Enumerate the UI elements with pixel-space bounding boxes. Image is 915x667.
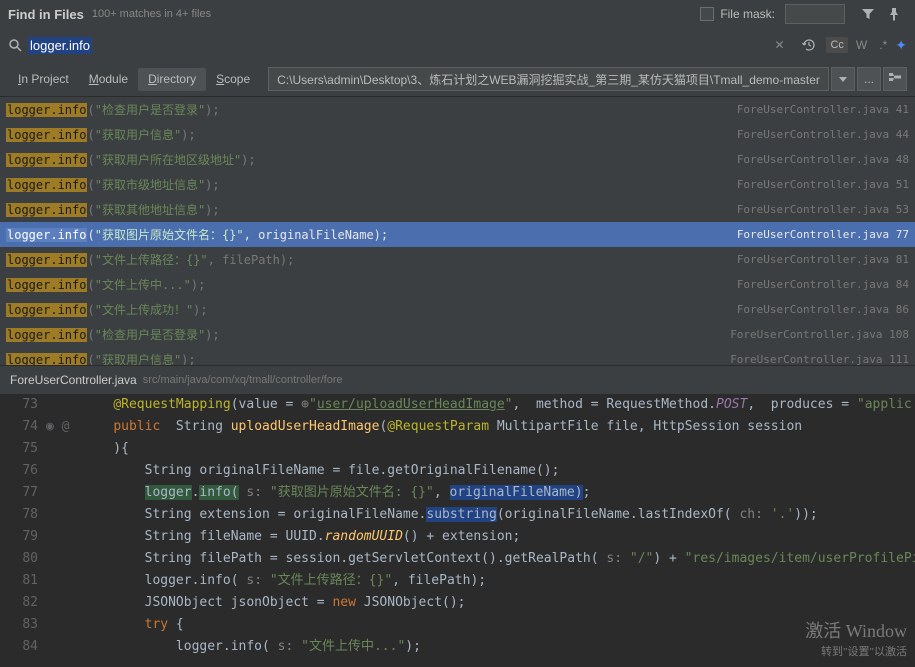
scope-row: In ProjectModuleDirectoryScope C:\Users\… xyxy=(0,62,915,96)
file-mask-label: File mask: xyxy=(720,7,775,21)
code-line: 82 JSONObject jsonObject = new JSONObjec… xyxy=(0,592,915,614)
path-dropdown[interactable] xyxy=(831,67,855,91)
dialog-header: Find in Files 100+ matches in 4+ files F… xyxy=(0,0,915,28)
code-line: 78 String extension = originalFileName.s… xyxy=(0,504,915,526)
code-line: 74◉ @ public String uploadUserHeadImage(… xyxy=(0,416,915,438)
history-icon[interactable] xyxy=(798,34,820,56)
result-row[interactable]: logger.info("检查用户是否登录");ForeUserControll… xyxy=(0,322,915,347)
result-row[interactable]: logger.info("检查用户是否登录");ForeUserControll… xyxy=(0,97,915,122)
browse-button[interactable]: ... xyxy=(857,67,881,91)
code-line: 77 logger.info( s: "获取图片原始文件名: {}", orig… xyxy=(0,482,915,504)
result-row[interactable]: logger.info("获取其他地址信息");ForeUserControll… xyxy=(0,197,915,222)
result-row[interactable]: logger.info("文件上传路径：{}", filePath);ForeU… xyxy=(0,247,915,272)
case-sensitive-toggle[interactable]: Cc xyxy=(826,37,847,53)
preview-filename: ForeUserController.java xyxy=(10,373,137,387)
code-line: 79 String fileName = UUID.randomUUID() +… xyxy=(0,526,915,548)
result-row[interactable]: logger.info("获取用户信息");ForeUserController… xyxy=(0,122,915,147)
scope-tab-module[interactable]: Module xyxy=(79,68,138,91)
pin-icon[interactable] xyxy=(883,3,905,25)
code-line: 76 String originalFileName = file.getOri… xyxy=(0,460,915,482)
code-line: 83 try { xyxy=(0,614,915,636)
scope-tab-directory[interactable]: Directory xyxy=(138,68,206,91)
search-input[interactable]: logger.info xyxy=(28,38,766,53)
star-icon[interactable]: ✦ xyxy=(895,37,907,54)
preview-filepath: src/main/java/com/xq/tmall/controller/fo… xyxy=(143,374,343,386)
code-preview[interactable]: 73 @RequestMapping(value = ⊕"user/upload… xyxy=(0,394,915,667)
results-list[interactable]: logger.info("检查用户是否登录");ForeUserControll… xyxy=(0,96,915,366)
code-line: 73 @RequestMapping(value = ⊕"user/upload… xyxy=(0,394,915,416)
filter-icon[interactable] xyxy=(857,3,879,25)
code-line: 80 String filePath = session.getServletC… xyxy=(0,548,915,570)
clear-icon[interactable]: ✕ xyxy=(768,34,790,56)
regex-toggle[interactable]: .* xyxy=(875,38,891,52)
result-row[interactable]: logger.info("获取市级地址信息");ForeUserControll… xyxy=(0,172,915,197)
code-line: 84 logger.info( s: "文件上传中..."); xyxy=(0,636,915,658)
result-row[interactable]: logger.info("文件上传成功！");ForeUserControlle… xyxy=(0,297,915,322)
search-bar: logger.info ✕ Cc W .* ✦ xyxy=(0,28,915,62)
file-mask-checkbox[interactable] xyxy=(700,7,714,21)
dialog-title: Find in Files xyxy=(8,7,84,22)
match-count: 100+ matches in 4+ files xyxy=(92,8,211,20)
scope-tab-scope[interactable]: Scope xyxy=(206,68,260,91)
code-line: 75 ){ xyxy=(0,438,915,460)
file-mask-input[interactable] xyxy=(785,4,845,24)
scope-tab-in-project[interactable]: In Project xyxy=(8,68,79,91)
words-toggle[interactable]: W xyxy=(852,38,871,52)
result-row[interactable]: logger.info("获取用户信息");ForeUserController… xyxy=(0,347,915,366)
preview-header: ForeUserController.java src/main/java/co… xyxy=(0,366,915,394)
result-row[interactable]: logger.info("文件上传中...");ForeUserControll… xyxy=(0,272,915,297)
tree-button[interactable] xyxy=(883,67,907,91)
code-line: 81 logger.info( s: "文件上传路径：{}", filePath… xyxy=(0,570,915,592)
directory-path[interactable]: C:\Users\admin\Desktop\3、炼石计划之WEB漏洞挖掘实战_… xyxy=(268,67,829,91)
result-row[interactable]: logger.info("获取用户所在地区级地址");ForeUserContr… xyxy=(0,147,915,172)
result-row[interactable]: logger.info("获取图片原始文件名：{}", originalFile… xyxy=(0,222,915,247)
search-icon xyxy=(8,38,22,52)
